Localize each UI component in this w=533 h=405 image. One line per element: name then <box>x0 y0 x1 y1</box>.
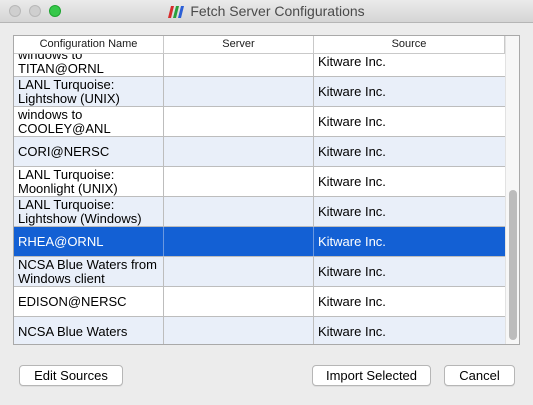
source-cell: Kitware Inc. <box>318 293 386 309</box>
table-row[interactable]: NCSA Blue Waters Kitware Inc. <box>14 317 505 344</box>
window-title-container: Fetch Server Configurations <box>0 3 533 19</box>
table-row[interactable]: windows to COOLEY@ANL Kitware Inc. <box>14 107 505 137</box>
table-row[interactable]: CORI@NERSC Kitware Inc. <box>14 137 505 167</box>
import-selected-button[interactable]: Import Selected <box>312 365 431 386</box>
source-cell: Kitware Inc. <box>318 203 386 219</box>
server-cell <box>164 167 314 196</box>
source-cell: Kitware Inc. <box>318 263 386 279</box>
server-cell <box>164 107 314 136</box>
config-name-cell: LANL Turquoise: Lightshow (Windows) <box>14 197 164 226</box>
table-row[interactable]: RHEA@ORNL Kitware Inc. <box>14 227 505 257</box>
edit-sources-button[interactable]: Edit Sources <box>19 365 123 386</box>
vertical-scrollbar[interactable] <box>505 36 519 344</box>
config-name-cell: CORI@NERSC <box>14 137 164 166</box>
server-cell <box>164 227 314 256</box>
config-name-cell: LANL Turquoise: Moonlight (UNIX) <box>14 167 164 196</box>
table-body: windows to TITAN@ORNL Kitware Inc. LANL Tu… <box>14 47 505 344</box>
table-row[interactable]: LANL Turquoise: Moonlight (UNIX) Kitware … <box>14 167 505 197</box>
source-cell: Kitware Inc. <box>318 323 386 339</box>
title-bar: Fetch Server Configurations <box>0 0 533 23</box>
scrollbar-thumb[interactable] <box>509 190 517 340</box>
server-cell <box>164 137 314 166</box>
table-row[interactable]: EDISON@NERSC Kitware Inc. <box>14 287 505 317</box>
table-row[interactable]: NCSA Blue Waters from Windows client Kitw… <box>14 257 505 287</box>
config-name-cell: NCSA Blue Waters from Windows client <box>14 257 164 286</box>
source-cell: Kitware Inc. <box>318 83 386 99</box>
config-name-cell: windows to COOLEY@ANL <box>14 107 164 136</box>
server-cell <box>164 287 314 316</box>
config-name-cell: RHEA@ORNL <box>14 227 164 256</box>
paraview-icon <box>168 6 185 18</box>
server-cell <box>164 77 314 106</box>
column-header-server[interactable]: Server <box>164 36 314 53</box>
server-cell <box>164 317 314 344</box>
server-cell <box>164 197 314 226</box>
source-cell: Kitware Inc. <box>318 233 386 249</box>
cancel-button[interactable]: Cancel <box>444 365 515 386</box>
table-row[interactable]: LANL Turquoise: Lightshow (Windows) Kitwa… <box>14 197 505 227</box>
window-title: Fetch Server Configurations <box>190 3 365 19</box>
server-config-table[interactable]: windows to TITAN@ORNL Kitware Inc. LANL Tu… <box>13 35 520 345</box>
config-name-cell: NCSA Blue Waters <box>14 317 164 344</box>
table-row[interactable]: LANL Turquoise: Lightshow (UNIX) Kitware … <box>14 77 505 107</box>
source-cell: Kitware Inc. <box>318 113 386 129</box>
column-header-source[interactable]: Source <box>314 36 505 53</box>
config-name-cell: LANL Turquoise: Lightshow (UNIX) <box>14 77 164 106</box>
source-cell: Kitware Inc. <box>318 143 386 159</box>
server-cell <box>164 257 314 286</box>
source-cell: Kitware Inc. <box>318 173 386 189</box>
column-header-configuration-name[interactable]: Configuration Name <box>14 36 164 53</box>
config-name-cell: EDISON@NERSC <box>14 287 164 316</box>
table-header: Configuration Name Server Source <box>14 36 505 54</box>
